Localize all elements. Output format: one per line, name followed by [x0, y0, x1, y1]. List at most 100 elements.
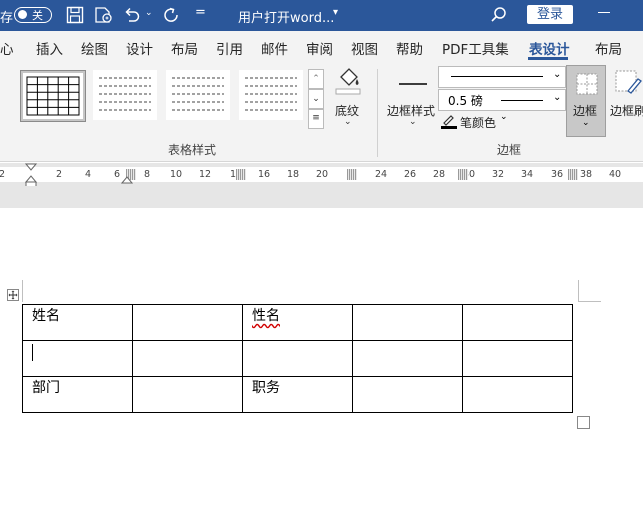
table-cell[interactable] — [132, 340, 243, 377]
tab-view[interactable]: 视图 — [351, 38, 378, 58]
tab-home[interactable]: 心 — [0, 38, 14, 58]
shading-dropdown-icon[interactable]: ⌄ — [344, 117, 352, 127]
table-cell[interactable] — [462, 376, 573, 413]
ruler-number: 20 — [315, 169, 329, 180]
table-style-plain-2[interactable] — [166, 70, 230, 120]
document-sync-icon[interactable] — [94, 6, 114, 28]
tab-design[interactable]: 设计 — [126, 38, 153, 58]
save-icon[interactable] — [66, 6, 84, 28]
table-cell[interactable]: 姓名 — [22, 304, 133, 341]
gallery-scroll-up[interactable]: ⌃ — [308, 69, 324, 89]
chevron-down-icon: ⌄ — [553, 92, 562, 103]
ruler-track: 2 2 4 6 8 10 12 1 16 18 20 24 26 28 30 3… — [0, 167, 643, 182]
horizontal-ruler[interactable]: 2 2 4 6 8 10 12 1 16 18 20 24 26 28 30 3… — [0, 163, 643, 189]
table-cell[interactable] — [462, 340, 573, 377]
table-row — [22, 340, 573, 377]
border-style-dropdown-icon[interactable]: ⌄ — [409, 117, 417, 127]
tab-table-layout[interactable]: 布局 — [595, 38, 622, 58]
ruler-number: 24 — [374, 169, 388, 180]
column-marker[interactable] — [236, 169, 246, 180]
ruler-number: 38 — [579, 169, 593, 180]
table-row: 姓名 性名 — [22, 304, 573, 341]
line-weight-preview — [501, 100, 543, 101]
table-cell[interactable]: 性名 — [242, 304, 353, 341]
tab-references[interactable]: 引用 — [216, 38, 243, 58]
customize-quick-access-icon[interactable]: = — [195, 5, 206, 20]
table-cell[interactable] — [352, 340, 463, 377]
table-cell[interactable] — [22, 340, 133, 377]
chevron-down-icon: ⌄ — [582, 118, 590, 128]
tab-layout[interactable]: 布局 — [171, 38, 198, 58]
undo-icon[interactable] — [123, 6, 141, 28]
search-icon[interactable] — [490, 6, 508, 28]
table-cell[interactable] — [132, 376, 243, 413]
minimize-icon[interactable] — [598, 12, 610, 13]
border-painter-icon[interactable] — [614, 69, 642, 101]
ruler-number: 28 — [432, 169, 446, 180]
line-style-preview — [451, 76, 543, 77]
border-style-preview-icon[interactable] — [397, 71, 429, 95]
chevron-down-icon[interactable]: ⌄ — [145, 8, 153, 18]
table-resize-handle-icon[interactable] — [577, 416, 590, 429]
autosave-toggle[interactable]: 关 — [14, 7, 52, 23]
gallery-more[interactable]: ≡ — [308, 109, 324, 129]
table-cell[interactable] — [132, 304, 243, 341]
pen-color-icon[interactable] — [440, 113, 458, 133]
margin-corner-right — [578, 280, 601, 302]
document-page[interactable]: 姓名 性名 部门 职务 — [0, 208, 643, 507]
table-move-handle-icon[interactable] — [7, 289, 19, 301]
gallery-scroll-down[interactable]: ⌄ — [308, 89, 324, 109]
table-cell[interactable]: 部门 — [22, 376, 133, 413]
table-style-plain-1[interactable] — [93, 70, 157, 120]
border-painter-label[interactable]: 边框刷 — [610, 102, 643, 119]
tab-table-design[interactable]: 表设计 — [529, 38, 570, 58]
autosave-label: 存 — [0, 11, 14, 26]
table-cell[interactable] — [352, 304, 463, 341]
table-cell[interactable]: 职务 — [242, 376, 353, 413]
borders-group-label: 边框 — [497, 143, 522, 157]
borders-label: 边框 — [573, 104, 598, 118]
line-style-select[interactable]: ⌄ — [438, 66, 566, 88]
table-cell[interactable] — [242, 340, 353, 377]
redo-icon[interactable] — [162, 6, 180, 28]
table-style-plain-3[interactable] — [239, 70, 303, 120]
pen-color-dropdown-icon[interactable]: ⌄ — [500, 112, 508, 122]
cell-text: 部门 — [32, 380, 60, 396]
tab-insert[interactable]: 插入 — [36, 38, 63, 58]
borders-icon — [575, 72, 599, 100]
table-row: 部门 职务 — [22, 376, 573, 413]
ruler-number: 12 — [198, 169, 212, 180]
active-tab-indicator — [528, 57, 568, 60]
ruler-number: 10 — [169, 169, 183, 180]
ruler-number: 8 — [143, 169, 151, 180]
tab-pdf-tools[interactable]: PDF工具集 — [442, 38, 509, 58]
tab-draw[interactable]: 绘图 — [81, 38, 108, 58]
title-dropdown-icon[interactable]: ▾ — [333, 7, 338, 18]
paint-bucket-icon[interactable] — [333, 67, 363, 99]
ruler-number: 18 — [286, 169, 300, 180]
ruler-number: 4 — [84, 169, 92, 180]
ruler-number: 2 — [0, 169, 6, 180]
tab-review[interactable]: 审阅 — [306, 38, 333, 58]
column-marker[interactable] — [568, 169, 578, 180]
pen-color-label[interactable]: 笔颜色 — [460, 114, 496, 131]
text-cursor — [32, 344, 33, 361]
ruler-number: 32 — [491, 169, 505, 180]
table-style-grid[interactable] — [20, 70, 86, 122]
page-gap — [0, 186, 643, 208]
column-marker[interactable] — [347, 169, 357, 180]
login-button[interactable]: 登录 — [527, 5, 573, 24]
tab-help[interactable]: 帮助 — [396, 38, 423, 58]
borders-button[interactable]: 边框 ⌄ — [566, 65, 606, 137]
toggle-knob — [18, 10, 27, 19]
column-marker[interactable] — [458, 169, 468, 180]
word-table[interactable]: 姓名 性名 部门 职务 — [22, 304, 573, 413]
ruler-number: 16 — [257, 169, 271, 180]
tab-mailings[interactable]: 邮件 — [261, 38, 288, 58]
table-cell[interactable] — [352, 376, 463, 413]
group-separator — [377, 69, 378, 157]
line-weight-value: 0.5 磅 — [448, 94, 483, 108]
line-weight-select[interactable]: 0.5 磅 ⌄ — [438, 89, 566, 111]
table-cell[interactable] — [462, 304, 573, 341]
ruler-number: 26 — [403, 169, 417, 180]
